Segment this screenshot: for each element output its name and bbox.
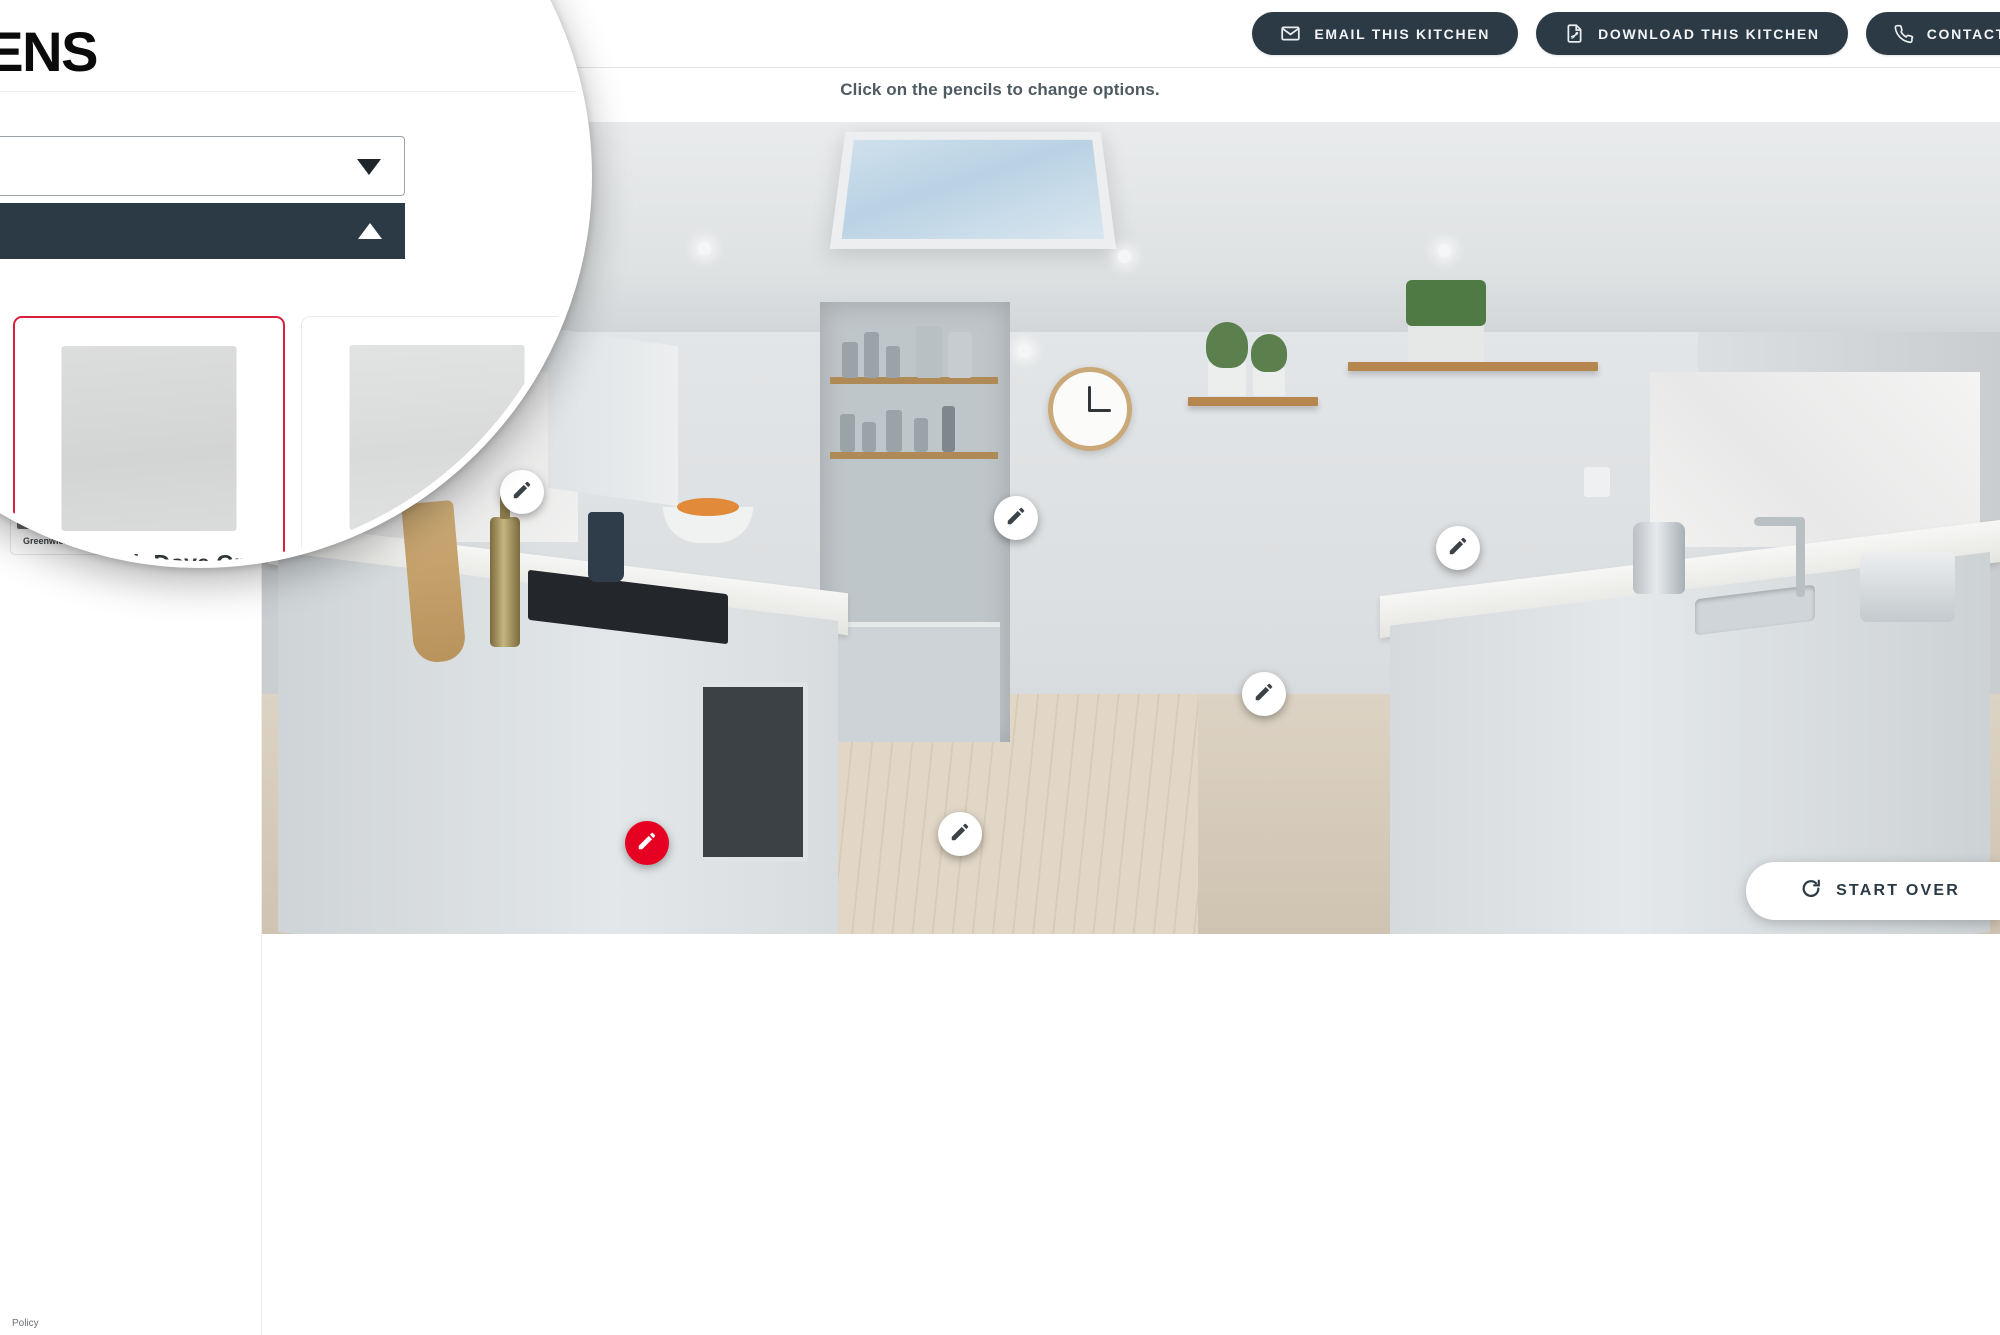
pencil-icon bbox=[949, 821, 971, 848]
canister bbox=[916, 326, 942, 378]
floating-shelf-right-top bbox=[1348, 362, 1598, 371]
pencil-icon bbox=[1005, 505, 1027, 532]
pdf-file-icon bbox=[1564, 23, 1585, 44]
pencil-icon bbox=[636, 830, 658, 857]
kitchen-layout-select-magnified[interactable]: Kitchen Layout bbox=[0, 136, 405, 196]
policy-link[interactable]: Policy bbox=[0, 1318, 261, 1329]
jar bbox=[886, 410, 902, 452]
jar bbox=[842, 342, 858, 378]
pencil-rear-area-button[interactable] bbox=[994, 496, 1038, 540]
download-this-kitchen-label: DOWNLOAD THIS KITCHEN bbox=[1598, 26, 1820, 42]
ceiling-spotlight bbox=[1118, 250, 1131, 263]
kitchen-options-accordion-magnified[interactable]: Kitchen Options bbox=[0, 203, 405, 259]
rear-doorway bbox=[820, 302, 1010, 742]
chevron-up-icon bbox=[357, 217, 383, 246]
chevron-down-icon bbox=[356, 151, 382, 182]
envelope-icon bbox=[1280, 23, 1301, 44]
pencil-flooring-button[interactable] bbox=[938, 812, 982, 856]
reset-icon bbox=[1800, 878, 1822, 905]
ceiling-spotlight bbox=[1438, 244, 1451, 257]
style-card-dove-grey[interactable]: Greenwich Dove Grey bbox=[13, 316, 285, 568]
ceiling-spotlight bbox=[1018, 344, 1031, 357]
style-card-next[interactable]: Greenwich Gloss White bbox=[301, 316, 573, 568]
phone-icon bbox=[1894, 24, 1914, 44]
plant-foliage bbox=[1206, 322, 1248, 368]
magnifier-content: HOWDENS Kitchen Layout Kitchen Options K… bbox=[0, 0, 592, 568]
download-this-kitchen-button[interactable]: DOWNLOAD THIS KITCHEN bbox=[1536, 12, 1848, 55]
splashback-right bbox=[1650, 372, 1980, 547]
rear-shelf-lower bbox=[830, 452, 998, 459]
style-card-image bbox=[62, 346, 237, 531]
skylight bbox=[830, 132, 1116, 249]
utensil-pot bbox=[588, 512, 624, 582]
ceiling-spotlight bbox=[698, 242, 711, 255]
kettle bbox=[1633, 522, 1685, 594]
email-this-kitchen-button[interactable]: EMAIL THIS KITCHEN bbox=[1252, 12, 1518, 55]
toaster bbox=[1860, 552, 1955, 622]
planner-hint-text: Click on the pencils to change options. bbox=[840, 80, 1159, 100]
floating-shelf-right-upper bbox=[1188, 397, 1318, 406]
pencil-worktop-left-button[interactable] bbox=[625, 821, 669, 865]
style-card-image bbox=[350, 345, 525, 530]
header-divider bbox=[0, 91, 592, 92]
grass-foliage bbox=[1406, 280, 1486, 326]
jar bbox=[862, 422, 876, 452]
pencil-icon bbox=[1253, 681, 1275, 708]
contact-button[interactable]: CONTACT bbox=[1866, 12, 2000, 55]
window-box-planter bbox=[1408, 322, 1484, 362]
magnifier-overlay: HOWDENS Kitchen Layout Kitchen Options K… bbox=[0, 0, 592, 568]
jar bbox=[840, 414, 855, 452]
rear-shelf-upper bbox=[830, 377, 998, 384]
jar bbox=[914, 418, 928, 452]
kitchen-planner-app: EMAIL THIS KITCHEN DOWNLOAD THIS KITCHEN… bbox=[0, 0, 2000, 1335]
start-over-button[interactable]: START OVER bbox=[1746, 862, 2000, 920]
email-this-kitchen-label: EMAIL THIS KITCHEN bbox=[1314, 26, 1490, 42]
pencil-base-units-right-button[interactable] bbox=[1242, 672, 1286, 716]
howdens-logo-magnified[interactable]: HOWDENS bbox=[0, 19, 97, 84]
wall-clock bbox=[1048, 367, 1132, 451]
contact-label: CONTACT bbox=[1927, 26, 2000, 42]
wall-socket bbox=[1584, 467, 1610, 497]
mixer-tap bbox=[1796, 517, 1805, 597]
start-over-label: START OVER bbox=[1836, 882, 1960, 900]
canister bbox=[948, 332, 972, 378]
rear-base-unit bbox=[828, 622, 1000, 742]
pencil-splashback-right-button[interactable] bbox=[1436, 526, 1480, 570]
plant-pot bbox=[1253, 368, 1285, 396]
built-in-oven bbox=[698, 682, 808, 862]
pencil-icon bbox=[1447, 535, 1469, 562]
bottle bbox=[942, 406, 955, 452]
plant-foliage bbox=[1251, 334, 1287, 372]
jar bbox=[864, 332, 879, 378]
jar bbox=[886, 346, 900, 378]
